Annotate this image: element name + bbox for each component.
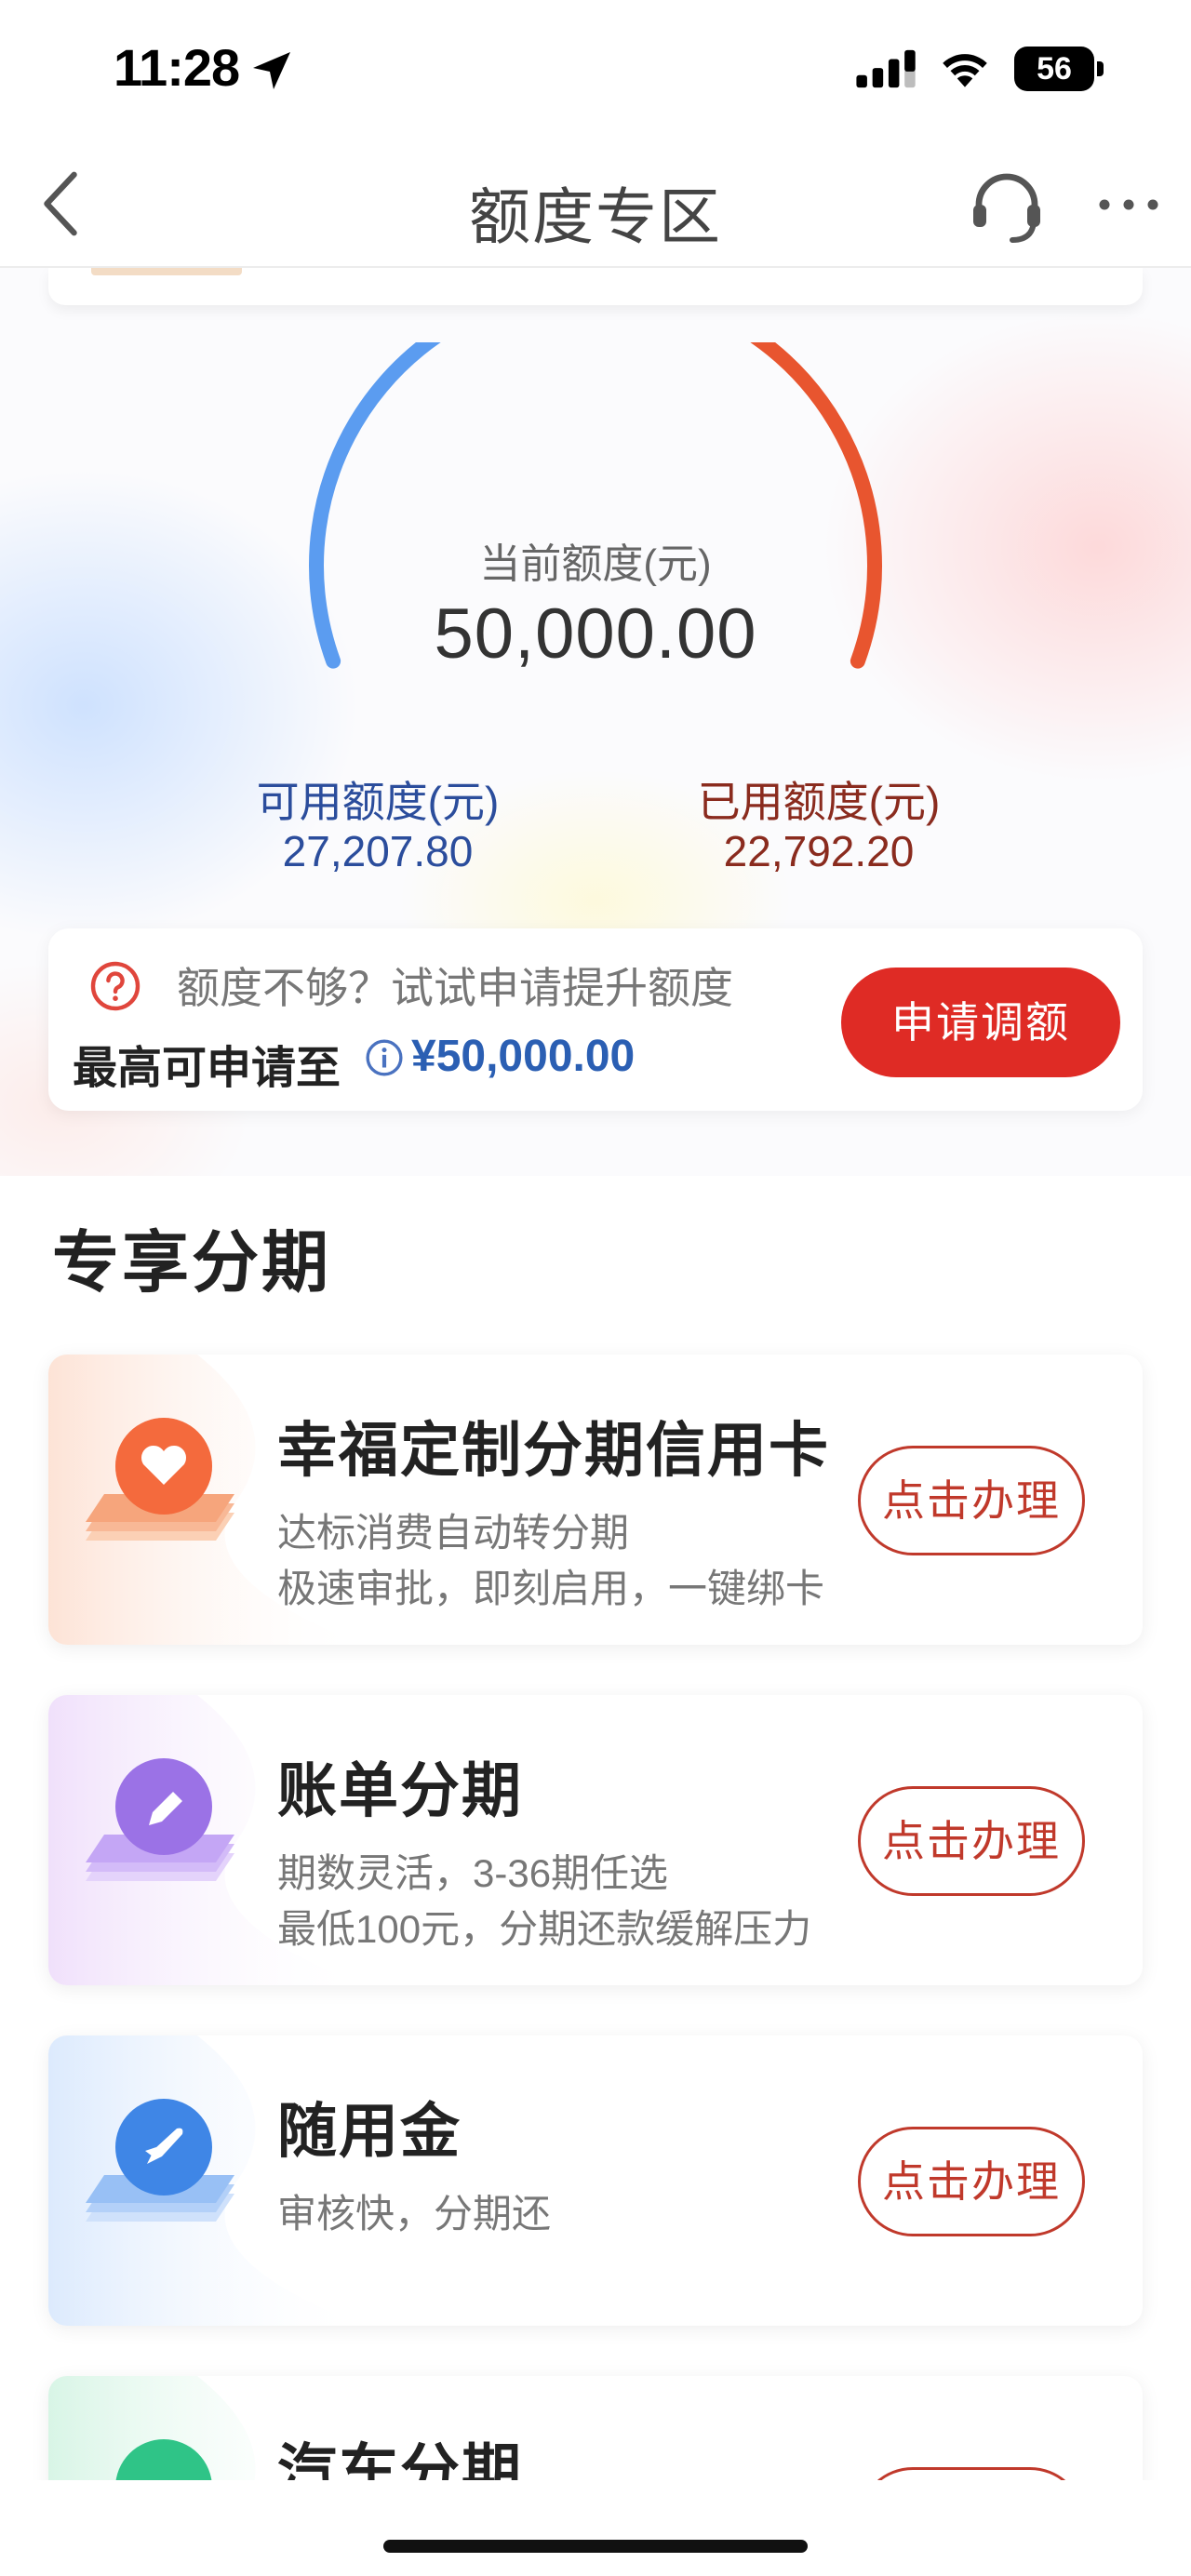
info-icon[interactable] (365, 1038, 404, 1077)
used-limit-label: 已用额度(元) (697, 778, 941, 826)
more-options-icon[interactable] (1096, 194, 1161, 216)
offer-card-flexible-cash[interactable]: 随用金 审核快，分期还 点击办理 (48, 2035, 1143, 2326)
battery-indicator: 56 (1014, 47, 1104, 91)
used-limit-value: 22,792.20 (723, 827, 915, 875)
available-limit-label: 可用额度(元) (256, 778, 500, 826)
max-apply-value: ¥50,000.00 (411, 1032, 636, 1081)
apply-now-button[interactable]: 点击办理 (858, 1446, 1085, 1555)
apply-now-button[interactable]: 点击办理 (858, 2127, 1085, 2236)
current-limit-value: 50,000.00 (434, 594, 757, 674)
wifi-icon (943, 54, 987, 87)
offer-title: 幸福定制分期信用卡 (277, 1417, 830, 1484)
previous-card-bar (91, 268, 242, 275)
offer-title: 账单分期 (277, 1757, 523, 1824)
heart-icon (86, 1418, 234, 1541)
apply-now-button[interactable]: 点击办理 (858, 1786, 1085, 1896)
offer-description: 期数灵活，3-36期任选 (277, 1851, 669, 1895)
offer-title: 随用金 (277, 2098, 462, 2165)
max-apply-label: 最高可申请至 (73, 1044, 341, 1093)
current-limit-label: 当前额度(元) (479, 541, 712, 587)
battery-level: 56 (1014, 47, 1094, 91)
cellular-signal-icon (856, 49, 916, 88)
location-arrow-icon (253, 52, 290, 89)
available-limit-value: 27,207.80 (282, 827, 474, 875)
previous-card-edge (48, 268, 1143, 305)
status-time: 11:28 (114, 38, 240, 97)
offer-description-secondary: 极速审批，即刻启用，一键绑卡 (277, 1567, 825, 1610)
offer-description: 审核快，分期还 (277, 2192, 552, 2236)
battery-tip (1097, 61, 1104, 76)
raise-limit-hint: 额度不够？试试申请提升额度 (177, 964, 733, 1012)
question-icon (90, 961, 141, 1011)
offer-description-secondary: 最低100元，分期还款缓解压力 (277, 1907, 812, 1951)
pencil-icon (86, 1758, 234, 1881)
offer-card-bill-installment[interactable]: 账单分期 期数灵活，3-36期任选 最低100元，分期还款缓解压力 点击办理 (48, 1695, 1143, 1985)
status-bar: 11:28 56 (0, 0, 1191, 140)
home-indicator-area (0, 2480, 1191, 2576)
section-title: 专享分期 (52, 1226, 332, 1301)
nav-bar: 额度专区 (0, 140, 1191, 268)
raise-limit-card: 额度不够？试试申请提升额度 最高可申请至 ¥50,000.00 申请调额 (48, 928, 1143, 1111)
home-indicator-bar[interactable] (383, 2540, 808, 2553)
credit-limit-panel: 当前额度(元) 50,000.00 可用额度(元) 27,207.80 已用额度… (0, 268, 1191, 1176)
apply-limit-adjust-button[interactable]: 申请调额 (841, 968, 1120, 1077)
offer-card-happiness-installment[interactable]: 幸福定制分期信用卡 达标消费自动转分期 极速审批，即刻启用，一键绑卡 点击办理 (48, 1355, 1143, 1645)
rocket-icon (86, 2099, 234, 2222)
customer-service-headset-icon[interactable] (968, 167, 1046, 246)
offer-description: 达标消费自动转分期 (277, 1511, 630, 1555)
